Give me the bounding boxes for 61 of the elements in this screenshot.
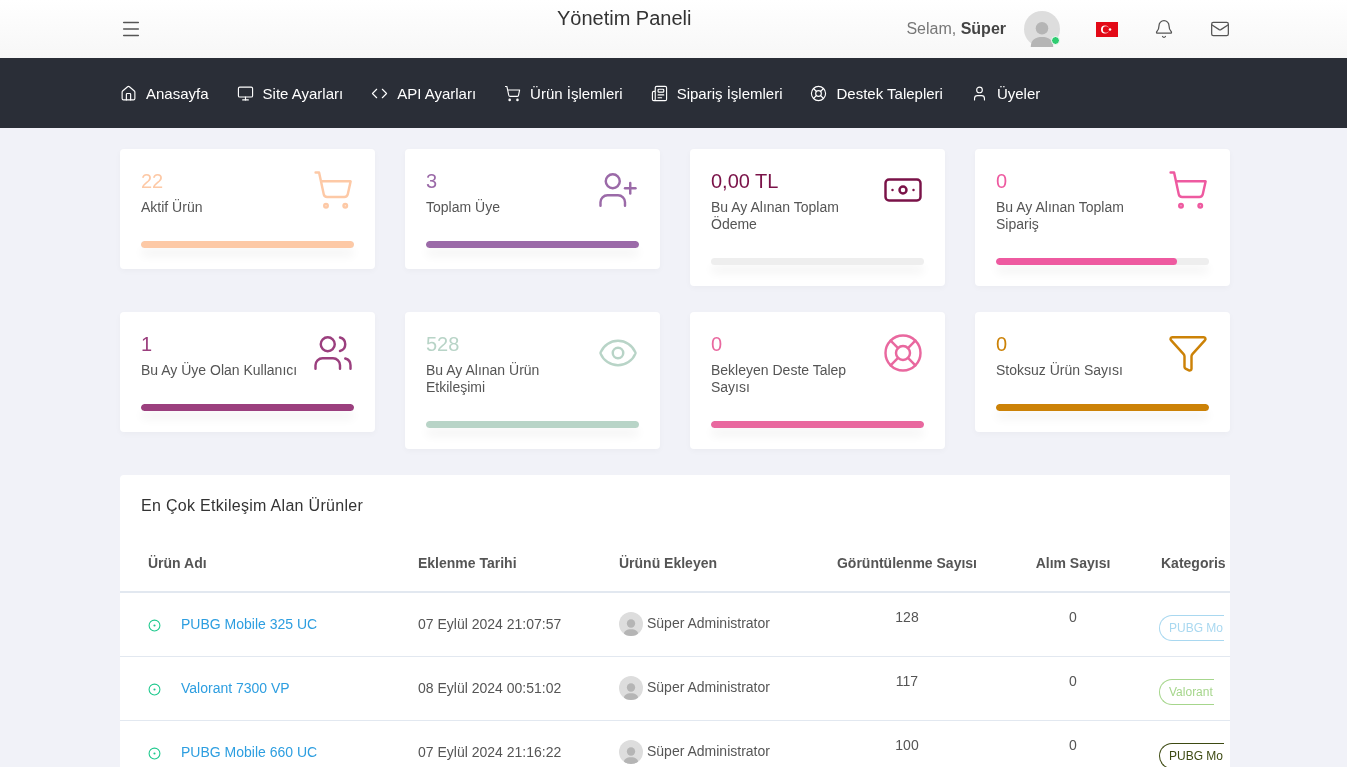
table-cell: 07 Eylül 2024 21:07:57	[390, 592, 591, 656]
table-title: En Çok Etkileşim Alan Ürünler	[140, 496, 365, 516]
column-header: Kategoris	[1123, 555, 1230, 592]
lifebuoy-icon	[882, 332, 924, 374]
stat-label: Bu Ay Alınan Ürün Etkileşimi	[426, 362, 541, 396]
column-header: Eklenme Tarihi	[390, 555, 591, 592]
user-avatar	[619, 612, 643, 637]
stat-label: Bu Ay Alınan Toplam Sipariş	[996, 199, 1125, 233]
table-cell: 100	[791, 720, 1023, 767]
stat-value: 0,00 TL	[711, 169, 780, 193]
page-title: Yönetim Paneli	[555, 7, 693, 30]
table-cell: 0	[1023, 720, 1123, 767]
greeting-text: Selam, Süper	[906, 20, 1006, 38]
stat-label: Bekleyen Deste Talep Sayısı	[711, 362, 848, 396]
monitor-icon	[236, 84, 254, 102]
nav-link[interactable]: API Ayarları	[371, 84, 477, 102]
table-cell: 08 Eylül 2024 00:51:02	[390, 656, 591, 720]
stat-value: 3	[426, 169, 439, 193]
cart-icon	[504, 84, 522, 102]
status-icon	[148, 746, 161, 760]
lifebuoy-icon	[810, 84, 828, 102]
notifications-button[interactable]	[1154, 19, 1174, 39]
nav-link[interactable]: Ürün İşlemleri	[504, 84, 623, 102]
table-cell: 0	[1023, 656, 1123, 720]
nav-link[interactable]: Anasayfa	[120, 84, 209, 102]
table-cell: 117	[791, 656, 1023, 720]
column-header: Ürün Adı	[120, 555, 390, 592]
table-cell: 128	[791, 592, 1023, 656]
stat-label: Stoksuz Ürün Sayısı	[996, 362, 1124, 379]
stat-value: 0	[996, 169, 1009, 193]
stat-value: 22	[141, 169, 165, 193]
stat-label: Bu Ay Alınan Toplam Ödeme	[711, 199, 840, 233]
user-avatar	[619, 740, 643, 764]
table-cell: 0	[1023, 592, 1123, 656]
stat-label: Aktif Ürün	[141, 199, 204, 216]
flag-icon[interactable]	[1096, 21, 1118, 37]
stat-label: Toplam Üye	[426, 199, 501, 216]
nav-link[interactable]: Üyeler	[970, 84, 1041, 102]
stat-value: 528	[426, 332, 461, 356]
nav-link[interactable]: Destek Talepleri	[810, 84, 943, 102]
table-cell: Süper Administrator	[647, 614, 770, 631]
status-icon	[148, 682, 161, 696]
table-cell: 07 Eylül 2024 21:16:22	[390, 720, 591, 767]
basket-icon	[312, 169, 354, 211]
status-icon	[148, 619, 161, 633]
newspaper-icon	[650, 84, 668, 102]
home-icon	[120, 84, 137, 102]
table-cell: Süper Administrator	[647, 742, 770, 759]
mail-button[interactable]	[1210, 19, 1230, 39]
stat-value: 0	[996, 332, 1009, 356]
column-header: Ürünü Ekleyen	[591, 555, 791, 592]
column-header: Alım Sayısı	[1023, 555, 1123, 592]
user-avatar	[619, 676, 643, 700]
nav-link[interactable]: Site Ayarları	[236, 84, 344, 102]
cart-icon	[1167, 169, 1209, 211]
nav-link[interactable]: Sipariş İşlemleri	[650, 84, 783, 102]
column-header: Görüntülenme Sayısı	[791, 555, 1023, 592]
stat-value: 1	[141, 332, 154, 356]
stat-value: 0	[711, 332, 724, 356]
stat-label: Bu Ay Üye Olan Kullanıcı	[141, 362, 299, 379]
table-cell: Süper Administrator	[647, 678, 770, 695]
